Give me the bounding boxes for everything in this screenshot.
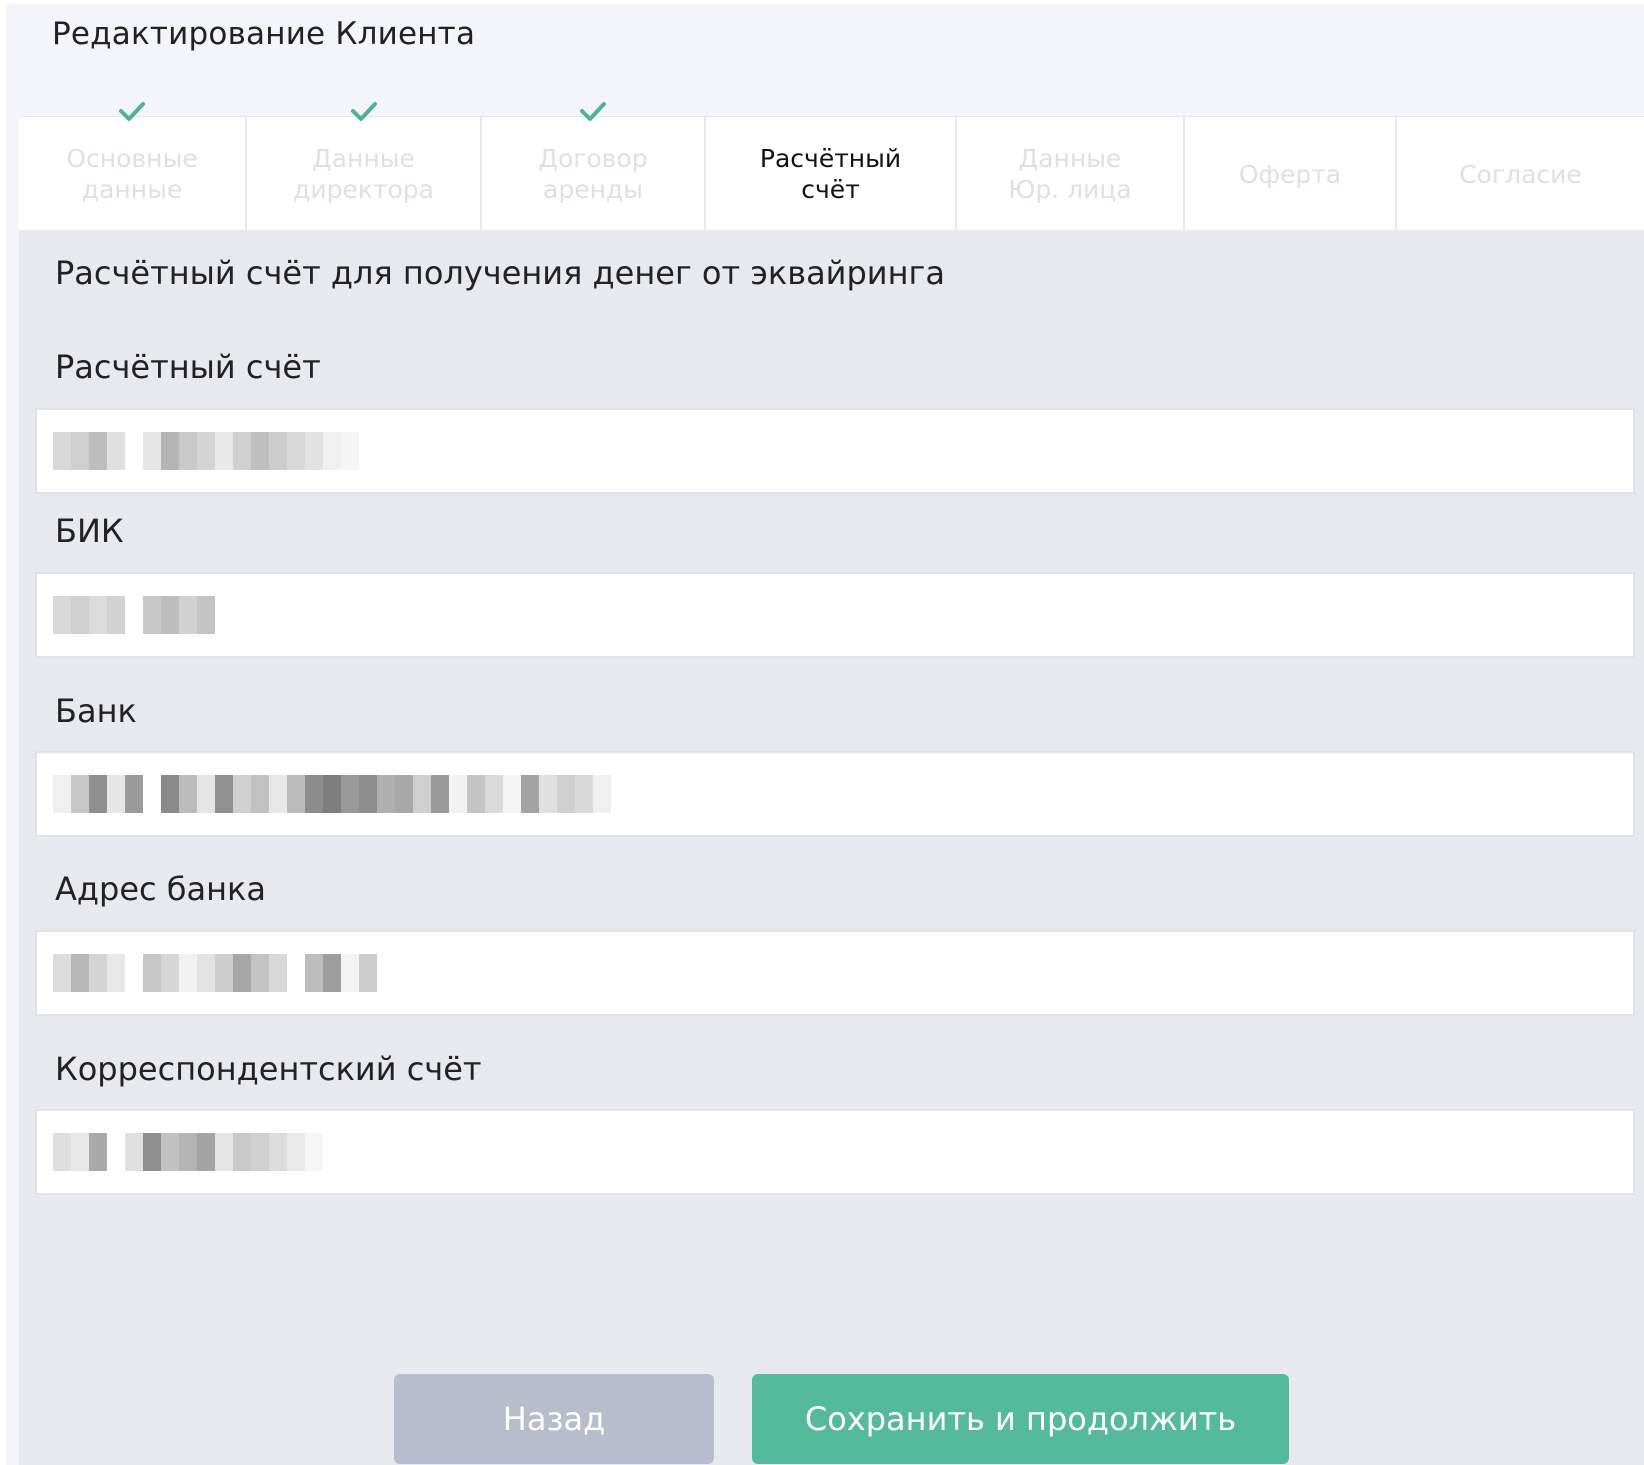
redacted-value bbox=[53, 596, 215, 634]
page-title: Редактирование Клиента bbox=[52, 16, 476, 52]
redacted-value bbox=[53, 1133, 323, 1171]
field-label: Расчётный счёт bbox=[55, 348, 321, 386]
tab-label: Оферта bbox=[1238, 159, 1342, 189]
edit-client-page: Редактирование Клиента Основные данные Д… bbox=[6, 4, 1644, 1465]
field-label: Адрес банка bbox=[55, 870, 266, 908]
redacted-value bbox=[53, 954, 377, 992]
tab-label: Данные Юр. лица bbox=[1008, 144, 1132, 204]
bank-address-input[interactable] bbox=[35, 930, 1635, 1016]
tab-basic-data[interactable]: Основные данные bbox=[19, 102, 247, 231]
checkmark-icon bbox=[350, 102, 377, 121]
redacted-value bbox=[53, 432, 359, 470]
back-button[interactable]: Назад bbox=[394, 1374, 714, 1464]
correspondent-account-input[interactable] bbox=[35, 1109, 1635, 1195]
field-label: БИК bbox=[55, 512, 124, 550]
page-header: Редактирование Клиента bbox=[6, 4, 1644, 116]
wizard-tabs: Основные данные Данные директора Договор… bbox=[19, 102, 1644, 231]
tab-lease-agreement[interactable]: Договор аренды bbox=[482, 102, 706, 231]
bik-input[interactable] bbox=[35, 572, 1635, 658]
tab-label: Основные данные bbox=[66, 144, 198, 204]
tab-label: Согласие bbox=[1459, 159, 1582, 189]
section-title: Расчётный счёт для получения денег от эк… bbox=[55, 254, 945, 292]
settlement-account-input[interactable] bbox=[35, 408, 1635, 494]
checkmark-icon bbox=[580, 102, 606, 121]
form-panel: Расчётный счёт для получения денег от эк… bbox=[19, 230, 1644, 1465]
tab-label: Данные директора bbox=[293, 144, 434, 204]
bank-input[interactable] bbox=[35, 751, 1635, 837]
tab-legal-entity-data[interactable]: Данные Юр. лица bbox=[957, 117, 1185, 231]
tab-director-data[interactable]: Данные директора bbox=[247, 102, 482, 231]
tab-label: Расчётный счёт bbox=[759, 144, 902, 204]
redacted-value bbox=[53, 775, 611, 813]
field-label: Корреспондентский счёт bbox=[55, 1050, 482, 1088]
checkmark-icon bbox=[119, 102, 145, 121]
tab-offer[interactable]: Оферта bbox=[1185, 117, 1397, 231]
tab-consent[interactable]: Согласие bbox=[1397, 117, 1644, 231]
field-label: Банк bbox=[55, 692, 137, 730]
save-and-continue-button[interactable]: Сохранить и продолжить bbox=[752, 1374, 1289, 1464]
tab-label: Договор аренды bbox=[538, 144, 648, 204]
tab-settlement-account[interactable]: Расчётный счёт bbox=[706, 117, 957, 231]
